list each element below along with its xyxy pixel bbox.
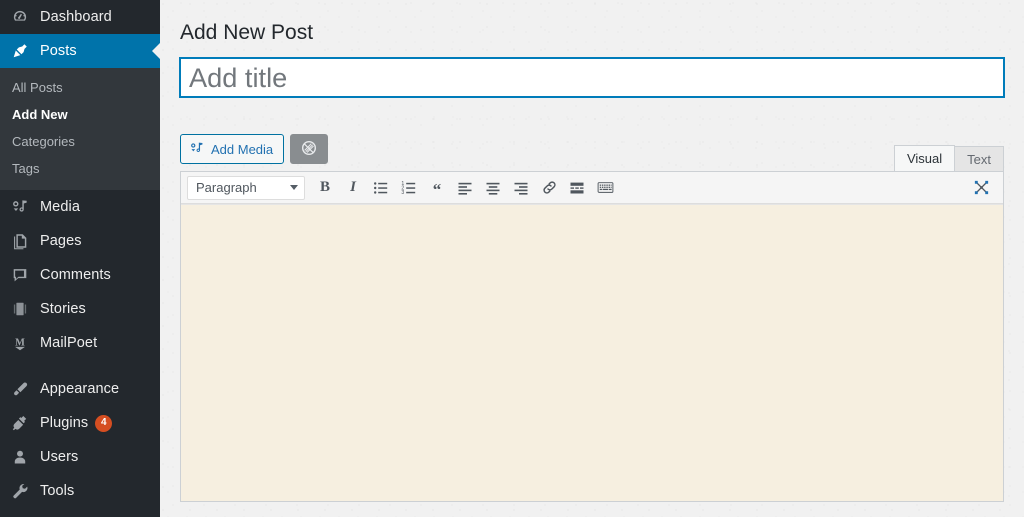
editor-tools-bar: Add Media Visual Text xyxy=(180,134,1004,173)
svg-text:3: 3 xyxy=(401,190,404,196)
menu-separator xyxy=(0,360,160,372)
align-left-icon[interactable] xyxy=(451,175,479,201)
sidebar-item-tools[interactable]: Tools xyxy=(0,474,160,508)
posts-submenu: All Posts Add New Categories Tags xyxy=(0,68,160,190)
media-icon xyxy=(10,197,30,217)
submenu-item-add-new[interactable]: Add New xyxy=(0,101,160,128)
sidebar-item-comments[interactable]: Comments xyxy=(0,258,160,292)
svg-text:M: M xyxy=(15,337,25,348)
wp-admin-screen: Dashboard Posts All Posts Add New Catego… xyxy=(0,0,1024,517)
sidebar-item-label: Appearance xyxy=(40,380,120,397)
tools-wrench-icon xyxy=(10,481,30,501)
slashed-circle-icon xyxy=(300,139,318,160)
sidebar-item-dashboard[interactable]: Dashboard xyxy=(0,0,160,34)
sidebar-item-appearance[interactable]: Appearance xyxy=(0,372,160,406)
submenu-item-categories[interactable]: Categories xyxy=(0,128,160,155)
main-content-area: Add New Post Add Media xyxy=(160,0,1024,517)
plugin-toolbar-button[interactable] xyxy=(290,134,329,165)
users-icon xyxy=(10,447,30,467)
post-title-container xyxy=(180,58,1004,98)
plugins-plug-icon xyxy=(10,413,30,433)
sidebar-item-pages[interactable]: Pages xyxy=(0,224,160,258)
pages-icon xyxy=(10,231,30,251)
stories-icon xyxy=(10,299,30,319)
align-center-icon[interactable] xyxy=(479,175,507,201)
sidebar-item-label: Dashboard xyxy=(40,8,112,25)
appearance-brush-icon xyxy=(10,379,30,399)
format-select-value: Paragraph xyxy=(196,180,257,196)
link-icon[interactable] xyxy=(535,175,563,201)
submenu-item-tags[interactable]: Tags xyxy=(0,155,160,182)
add-media-button[interactable]: Add Media xyxy=(180,134,285,165)
bold-icon[interactable]: B xyxy=(311,175,339,201)
dashboard-icon xyxy=(10,7,30,27)
sidebar-item-label: Users xyxy=(40,448,79,465)
sidebar-item-posts[interactable]: Posts xyxy=(0,34,160,68)
post-editor: Add Media Visual Text Paragraph B I 1 2 … xyxy=(180,134,1004,503)
post-title-input[interactable] xyxy=(180,58,1004,98)
sidebar-item-label: Tools xyxy=(40,482,75,499)
tab-text[interactable]: Text xyxy=(954,146,1004,173)
media-icon xyxy=(189,140,205,158)
sidebar-item-stories[interactable]: Stories xyxy=(0,292,160,326)
read-more-icon[interactable] xyxy=(563,175,591,201)
submenu-item-all-posts[interactable]: All Posts xyxy=(0,74,160,101)
paragraph-format-select[interactable]: Paragraph xyxy=(187,175,305,200)
sidebar-item-users[interactable]: Users xyxy=(0,440,160,474)
sidebar-item-label: Comments xyxy=(40,266,111,283)
sidebar-item-label: Plugins xyxy=(40,414,89,431)
align-right-icon[interactable] xyxy=(507,175,535,201)
numbered-list-icon[interactable]: 1 2 3 xyxy=(395,175,423,201)
italic-icon[interactable]: I xyxy=(339,175,367,201)
editor-mode-tabs: Visual Text xyxy=(893,134,1004,173)
plugins-update-badge: 4 xyxy=(95,414,113,432)
sidebar-item-mailpoet[interactable]: M MailPoet xyxy=(0,326,160,360)
editor-content-area[interactable] xyxy=(181,204,1003,502)
add-media-label: Add Media xyxy=(211,141,274,157)
editor-toolbar: Paragraph B I 1 2 3 “ xyxy=(181,172,1003,205)
chevron-down-icon xyxy=(290,185,298,191)
current-menu-arrow xyxy=(152,43,160,59)
sidebar-item-label: Pages xyxy=(40,232,82,249)
sidebar-item-label: Media xyxy=(40,198,80,215)
tab-visual[interactable]: Visual xyxy=(893,145,956,173)
sidebar-item-label: Stories xyxy=(40,300,86,317)
sidebar-item-label: MailPoet xyxy=(40,334,98,351)
page-title: Add New Post xyxy=(180,21,314,44)
admin-sidebar-menu: Dashboard Posts All Posts Add New Catego… xyxy=(0,0,160,517)
media-buttons-group: Add Media xyxy=(180,134,329,165)
pin-icon xyxy=(10,41,30,61)
sidebar-item-media[interactable]: Media xyxy=(0,190,160,224)
comments-icon xyxy=(10,265,30,285)
sidebar-item-label: Posts xyxy=(40,42,77,59)
editor-container: Paragraph B I 1 2 3 “ xyxy=(180,171,1004,503)
blockquote-icon[interactable]: “ xyxy=(423,175,451,201)
distraction-free-icon[interactable] xyxy=(967,175,995,201)
mailpoet-icon: M xyxy=(10,333,30,353)
page-wrap: Add New Post Add Media xyxy=(160,0,1024,503)
bulleted-list-icon[interactable] xyxy=(367,175,395,201)
sidebar-item-plugins[interactable]: Plugins 4 xyxy=(0,406,160,440)
toolbar-toggle-icon[interactable] xyxy=(591,175,619,201)
